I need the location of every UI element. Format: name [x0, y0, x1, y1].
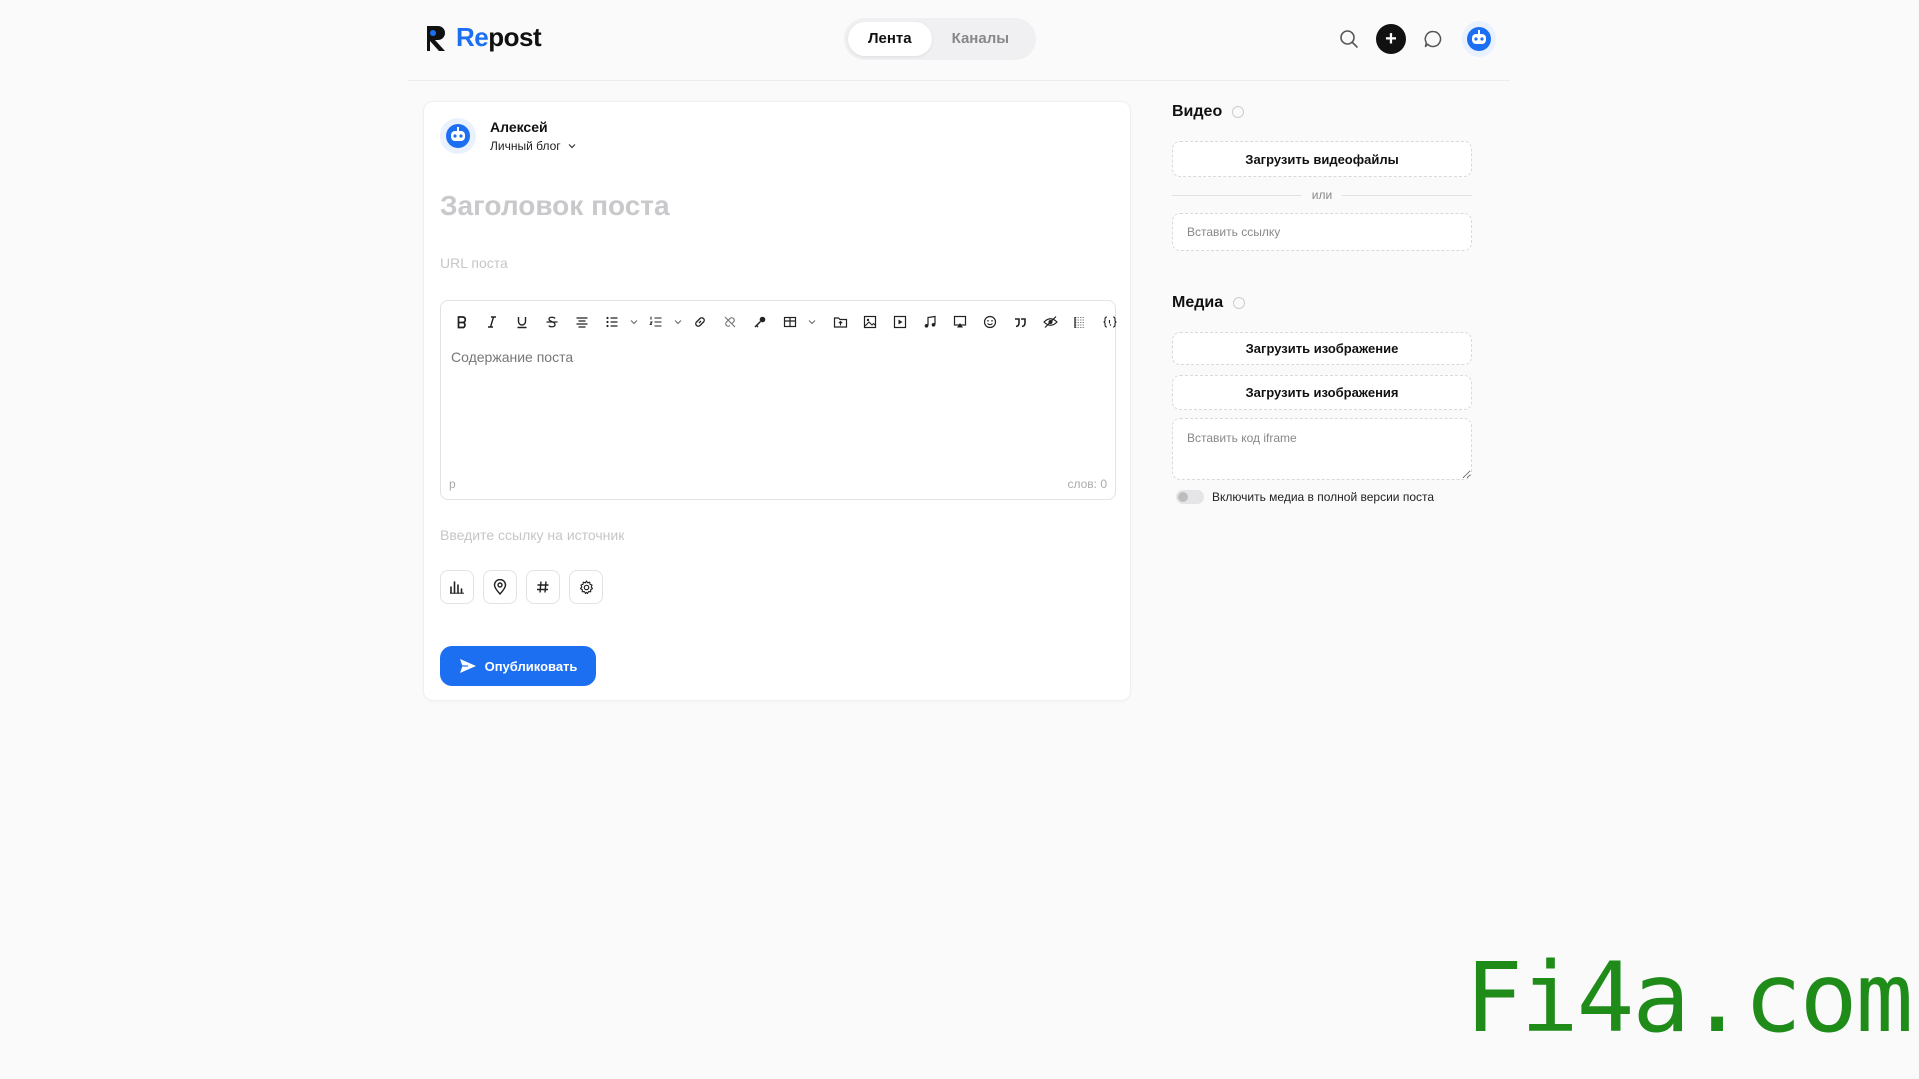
spoiler-icon[interactable] — [1065, 307, 1095, 337]
header-actions: + — [1332, 21, 1496, 57]
info-icon[interactable] — [1232, 106, 1245, 118]
blog-selector[interactable]: Личный блог — [490, 139, 577, 153]
post-options — [440, 570, 603, 604]
publish-button[interactable]: Опубликовать — [440, 646, 596, 686]
underline-icon[interactable] — [507, 307, 537, 337]
chat-icon[interactable] — [1416, 22, 1450, 56]
editor-content-area[interactable]: Содержание поста — [451, 349, 573, 365]
hashtag-icon[interactable] — [526, 570, 560, 604]
upload-video-button[interactable]: Загрузить видеофайлы — [1172, 141, 1472, 177]
search-icon[interactable] — [1332, 22, 1366, 56]
hide-icon[interactable] — [1035, 307, 1065, 337]
plus-icon: + — [1376, 24, 1406, 54]
logo[interactable]: Repost — [424, 22, 542, 53]
full-version-media-toggle[interactable] — [1176, 490, 1204, 504]
strikethrough-icon[interactable] — [537, 307, 567, 337]
numbered-list-icon[interactable] — [641, 307, 671, 337]
publish-label: Опубликовать — [484, 658, 578, 674]
robot-avatar-icon — [1462, 21, 1496, 57]
logo-mark-icon — [424, 23, 450, 53]
emoji-icon[interactable] — [975, 307, 1005, 337]
video-icon[interactable] — [885, 307, 915, 337]
chevron-down-icon[interactable] — [671, 307, 685, 337]
image-icon[interactable] — [855, 307, 885, 337]
video-section-title: Видео — [1172, 103, 1245, 121]
bullet-list-icon[interactable] — [597, 307, 627, 337]
align-center-icon[interactable] — [567, 307, 597, 337]
upload-image-button[interactable]: Загрузить изображение — [1172, 332, 1472, 365]
send-icon — [459, 658, 477, 674]
or-divider: или — [1172, 188, 1473, 202]
iframe-code-input[interactable] — [1172, 418, 1472, 480]
chevron-down-icon[interactable] — [627, 307, 641, 337]
tab-feed[interactable]: Лента — [848, 22, 932, 56]
table-icon[interactable] — [775, 307, 805, 337]
logo-text: Repost — [456, 22, 542, 52]
unlink-icon[interactable] — [715, 307, 745, 337]
italic-icon[interactable] — [477, 307, 507, 337]
settings-icon[interactable] — [569, 570, 603, 604]
chevron-down-icon — [567, 141, 577, 151]
media-section-title: Медиа — [1172, 294, 1246, 312]
music-icon[interactable] — [915, 307, 945, 337]
chevron-down-icon[interactable] — [805, 307, 819, 337]
video-link-input[interactable] — [1172, 213, 1472, 251]
folder-upload-icon[interactable] — [825, 307, 855, 337]
quote-icon[interactable] — [1005, 307, 1035, 337]
tab-channels[interactable]: Каналы — [932, 22, 1029, 56]
user-avatar[interactable] — [1462, 21, 1496, 57]
editor-element-path: p — [449, 477, 456, 491]
code-icon[interactable] — [1095, 307, 1125, 337]
author-selector: Алексей Личный блог — [440, 118, 577, 154]
post-title-input[interactable] — [440, 190, 1100, 222]
post-url-input[interactable] — [440, 255, 1100, 271]
toggle-label: Включить медиа в полной версии поста — [1212, 490, 1435, 504]
full-version-media-toggle-row: Включить медиа в полной версии поста — [1176, 490, 1434, 504]
author-avatar — [440, 118, 476, 154]
blog-name: Личный блог — [490, 139, 561, 153]
top-header: Repost Лента Каналы + — [408, 0, 1510, 81]
create-post-button[interactable]: + — [1374, 22, 1408, 56]
content-editor: Содержание поста p слов: 0 — [440, 300, 1117, 500]
author-name: Алексей — [490, 119, 548, 135]
feed-channel-tabs: Лента Каналы — [844, 18, 1036, 60]
gallery-icon[interactable] — [945, 307, 975, 337]
info-icon[interactable] — [1233, 297, 1246, 309]
bold-icon[interactable] — [447, 307, 477, 337]
post-composer: Алексей Личный блог Заголовок поста URL … — [423, 101, 1131, 701]
source-link-input[interactable] — [440, 527, 1100, 543]
location-icon[interactable] — [483, 570, 517, 604]
key-icon[interactable] — [745, 307, 775, 337]
poll-icon[interactable] — [440, 570, 474, 604]
watermark: Fi4a.com — [1465, 942, 1913, 1054]
editor-word-count: слов: 0 — [1067, 477, 1107, 491]
upload-images-button[interactable]: Загрузить изображения — [1172, 375, 1472, 410]
editor-toolbar — [447, 307, 1125, 337]
link-icon[interactable] — [685, 307, 715, 337]
